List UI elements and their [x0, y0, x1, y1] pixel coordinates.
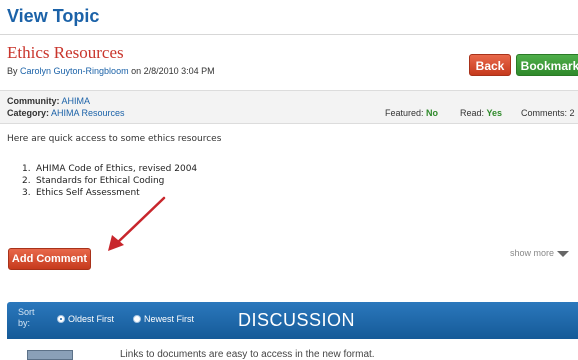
- resource-list: 1. AHIMA Code of Ethics, revised 2004 2. S…: [22, 163, 197, 199]
- page-heading: View Topic: [7, 6, 100, 26]
- back-button[interactable]: Back: [469, 54, 511, 76]
- sort-oldest-label[interactable]: Oldest First: [68, 314, 114, 324]
- discussion-title: DISCUSSION: [238, 310, 356, 330]
- topic-meta-bar: Community: AHIMA Category: AHIMA Resourc…: [0, 90, 578, 124]
- resource-link[interactable]: Standards for Ethical Coding: [36, 176, 164, 186]
- show-more-link[interactable]: show more: [510, 248, 570, 258]
- featured-value: No: [426, 108, 439, 118]
- commenter-avatar: [27, 350, 73, 360]
- sort-oldest-radio[interactable]: [57, 315, 65, 323]
- read-value: Yes: [486, 108, 503, 118]
- resource-link[interactable]: AHIMA Code of Ethics, revised 2004: [36, 164, 197, 174]
- category-label: Category:: [7, 108, 50, 118]
- read-label: Read:: [460, 108, 485, 118]
- annotation-arrow-icon: [108, 196, 166, 251]
- category-line: Category: AHIMA Resources: [7, 108, 125, 118]
- community-label: Community:: [7, 96, 60, 106]
- comments-value: 2: [569, 108, 575, 118]
- add-comment-button[interactable]: Add Comment: [8, 248, 91, 270]
- featured-status: Featured: No: [385, 108, 438, 118]
- sort-newest-radio[interactable]: [133, 315, 141, 323]
- sort-label: Sort by:: [18, 307, 35, 328]
- post-date: on 2/8/2010 3:04 PM: [128, 66, 215, 76]
- bookmark-button[interactable]: Bookmark: [516, 54, 578, 76]
- list-item[interactable]: 2. Standards for Ethical Coding: [22, 175, 197, 187]
- community-link[interactable]: AHIMA: [62, 96, 91, 106]
- author-link[interactable]: Carolyn Guyton-Ringbloom: [20, 66, 129, 76]
- community-line: Community: AHIMA: [7, 96, 90, 106]
- comments-label: Comments:: [521, 108, 568, 118]
- discussion-header: Sort by: Oldest First Newest First DISCU…: [7, 302, 578, 339]
- category-link[interactable]: AHIMA Resources: [51, 108, 125, 118]
- topic-title: Ethics Resources: [7, 43, 124, 62]
- read-status: Read: Yes: [460, 108, 502, 118]
- topic-intro: Here are quick access to some ethics res…: [7, 134, 222, 144]
- topic-byline: By Carolyn Guyton-Ringbloom on 2/8/2010 …: [7, 66, 215, 76]
- byline-prefix: By: [7, 66, 21, 76]
- sort-newest-label[interactable]: Newest First: [144, 314, 194, 324]
- featured-label: Featured:: [385, 108, 424, 118]
- comments-count: Comments: 2: [521, 108, 575, 118]
- list-item[interactable]: 1. AHIMA Code of Ethics, revised 2004: [22, 163, 197, 175]
- triangle-down-icon: [557, 250, 570, 257]
- show-more-label: show more: [510, 248, 555, 258]
- comment-text: Links to documents are easy to access in…: [120, 349, 375, 360]
